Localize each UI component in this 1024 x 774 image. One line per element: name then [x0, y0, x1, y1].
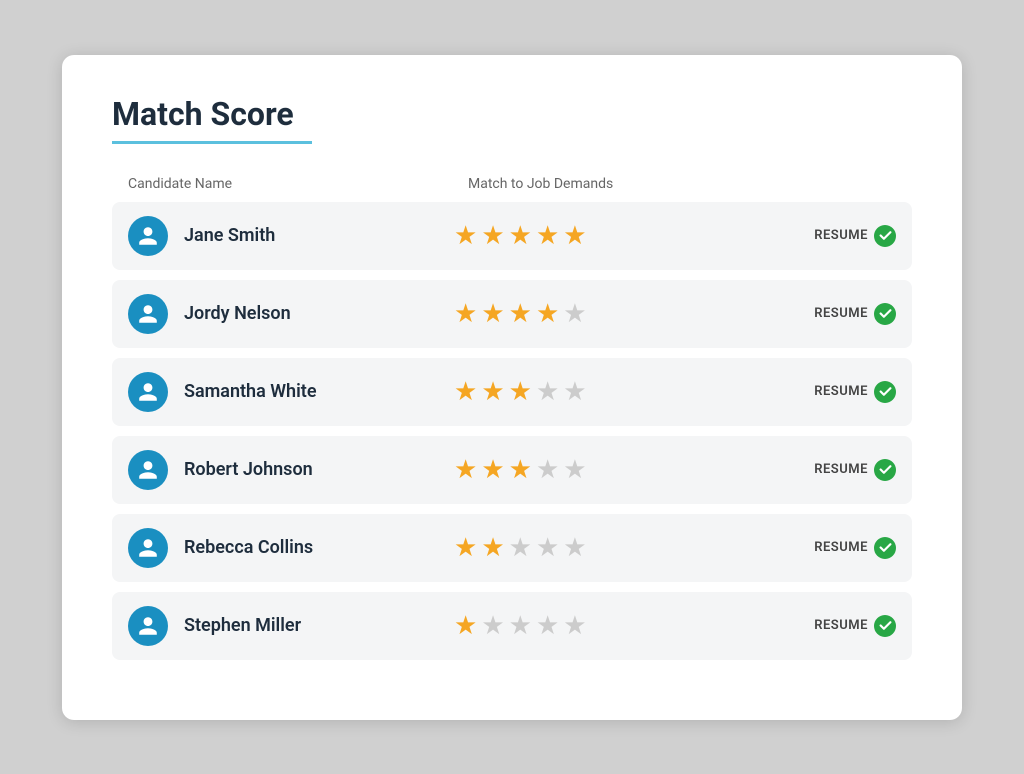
star-empty-icon: ★ [509, 613, 532, 639]
star-filled-icon: ★ [563, 223, 586, 249]
avatar [128, 294, 168, 334]
star-filled-icon: ★ [509, 223, 532, 249]
star-empty-icon: ★ [509, 535, 532, 561]
main-card: Match Score Candidate Name Match to Job … [62, 55, 962, 720]
check-circle-icon [874, 381, 896, 403]
star-filled-icon: ★ [536, 223, 559, 249]
star-filled-icon: ★ [509, 379, 532, 405]
resume-badge[interactable]: RESUME [796, 459, 896, 481]
table-row[interactable]: Rebecca Collins★★★★★RESUME [112, 514, 912, 582]
candidate-name: Jordy Nelson [184, 303, 454, 324]
resume-badge[interactable]: RESUME [796, 381, 896, 403]
page-title: Match Score [112, 95, 912, 133]
star-rating: ★★★★★ [454, 301, 796, 327]
star-empty-icon: ★ [536, 535, 559, 561]
star-empty-icon: ★ [536, 379, 559, 405]
star-empty-icon: ★ [481, 613, 504, 639]
resume-badge[interactable]: RESUME [796, 615, 896, 637]
candidate-name: Robert Johnson [184, 459, 454, 480]
candidates-list: Jane Smith★★★★★RESUME Jordy Nelson★★★★★R… [112, 202, 912, 660]
check-circle-icon [874, 459, 896, 481]
check-circle-icon [874, 537, 896, 559]
resume-badge[interactable]: RESUME [796, 537, 896, 559]
candidate-name: Rebecca Collins [184, 537, 454, 558]
table-row[interactable]: Samantha White★★★★★RESUME [112, 358, 912, 426]
check-circle-icon [874, 225, 896, 247]
check-circle-icon [874, 615, 896, 637]
column-header-name: Candidate Name [128, 176, 468, 192]
avatar [128, 216, 168, 256]
resume-label: RESUME [814, 228, 868, 243]
star-rating: ★★★★★ [454, 457, 796, 483]
resume-badge[interactable]: RESUME [796, 225, 896, 247]
table-row[interactable]: Jordy Nelson★★★★★RESUME [112, 280, 912, 348]
star-filled-icon: ★ [454, 379, 477, 405]
star-filled-icon: ★ [454, 301, 477, 327]
star-empty-icon: ★ [563, 457, 586, 483]
star-filled-icon: ★ [536, 301, 559, 327]
star-empty-icon: ★ [563, 379, 586, 405]
candidate-name: Samantha White [184, 381, 454, 402]
avatar [128, 372, 168, 412]
star-filled-icon: ★ [481, 223, 504, 249]
column-header-match: Match to Job Demands [468, 176, 896, 192]
star-empty-icon: ★ [536, 457, 559, 483]
title-underline [112, 141, 312, 144]
star-filled-icon: ★ [454, 457, 477, 483]
star-filled-icon: ★ [481, 535, 504, 561]
star-filled-icon: ★ [454, 613, 477, 639]
star-filled-icon: ★ [454, 223, 477, 249]
star-rating: ★★★★★ [454, 379, 796, 405]
star-filled-icon: ★ [509, 457, 532, 483]
table-row[interactable]: Robert Johnson★★★★★RESUME [112, 436, 912, 504]
column-headers: Candidate Name Match to Job Demands [112, 176, 912, 192]
resume-label: RESUME [814, 462, 868, 477]
avatar [128, 606, 168, 646]
table-row[interactable]: Stephen Miller★★★★★RESUME [112, 592, 912, 660]
check-circle-icon [874, 303, 896, 325]
star-filled-icon: ★ [509, 301, 532, 327]
resume-label: RESUME [814, 618, 868, 633]
star-empty-icon: ★ [563, 535, 586, 561]
star-filled-icon: ★ [481, 379, 504, 405]
resume-label: RESUME [814, 384, 868, 399]
avatar [128, 450, 168, 490]
candidate-name: Jane Smith [184, 225, 454, 246]
candidate-name: Stephen Miller [184, 615, 454, 636]
resume-badge[interactable]: RESUME [796, 303, 896, 325]
star-empty-icon: ★ [563, 301, 586, 327]
star-filled-icon: ★ [481, 301, 504, 327]
table-row[interactable]: Jane Smith★★★★★RESUME [112, 202, 912, 270]
star-rating: ★★★★★ [454, 535, 796, 561]
avatar [128, 528, 168, 568]
star-rating: ★★★★★ [454, 613, 796, 639]
star-rating: ★★★★★ [454, 223, 796, 249]
star-empty-icon: ★ [563, 613, 586, 639]
resume-label: RESUME [814, 306, 868, 321]
star-filled-icon: ★ [454, 535, 477, 561]
star-empty-icon: ★ [536, 613, 559, 639]
resume-label: RESUME [814, 540, 868, 555]
star-filled-icon: ★ [481, 457, 504, 483]
